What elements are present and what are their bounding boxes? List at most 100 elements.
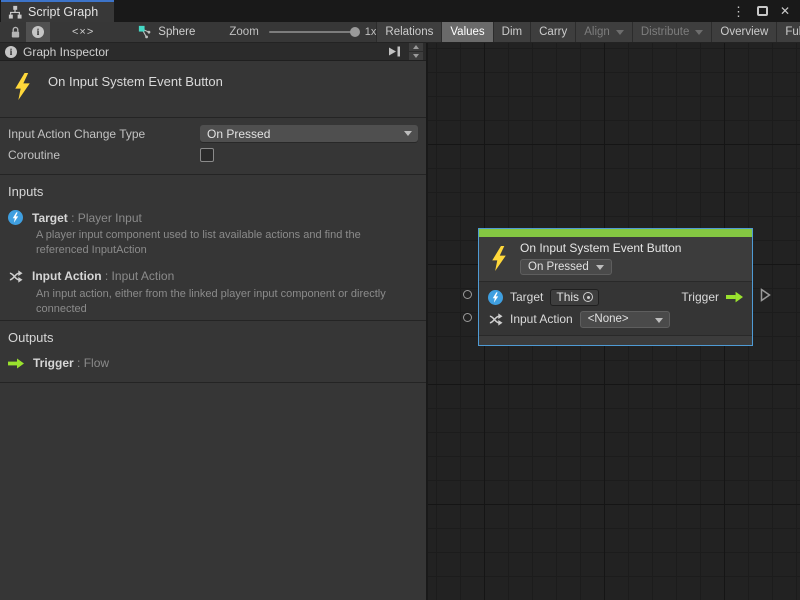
maximize-icon[interactable] xyxy=(757,6,768,16)
align-dropdown[interactable]: Align xyxy=(575,22,632,42)
flow-arrow-icon xyxy=(8,358,24,369)
scroll-spinner xyxy=(409,43,423,61)
chevron-down-icon xyxy=(596,265,604,270)
port-doc-input-action: Input Action : Input Action An input act… xyxy=(8,269,418,321)
flow-arrow-icon xyxy=(726,291,743,303)
port-name: Trigger xyxy=(33,356,74,370)
overview-button[interactable]: Overview xyxy=(711,22,776,42)
unit-fields: Input Action Change Type On Pressed Coro… xyxy=(0,118,426,174)
chevron-down-icon xyxy=(695,30,703,35)
tab-script-graph[interactable]: Script Graph xyxy=(1,0,114,22)
coroutine-label: Coroutine xyxy=(8,148,200,162)
full-screen-button[interactable]: Full Screen xyxy=(776,22,800,42)
tab-label: Script Graph xyxy=(28,5,98,19)
change-type-dropdown[interactable]: On Pressed xyxy=(200,125,418,142)
chevron-down-icon xyxy=(655,318,663,323)
values-toggle[interactable]: Values xyxy=(441,22,492,42)
target-port-label: Target xyxy=(510,290,543,304)
input-action-port-row: Input Action <None> xyxy=(488,308,743,330)
event-node[interactable]: On Input System Event Button On Pressed … xyxy=(478,228,753,346)
player-input-icon xyxy=(488,290,503,305)
event-bolt-icon xyxy=(489,245,509,272)
trigger-output-port[interactable] xyxy=(760,288,771,302)
zoom-value: 1x xyxy=(365,26,377,38)
change-type-field: Input Action Change Type On Pressed xyxy=(8,124,418,143)
unit-header: On Input System Event Button xyxy=(0,61,426,117)
close-icon[interactable]: ✕ xyxy=(780,5,790,17)
input-action-input-port[interactable] xyxy=(463,313,472,322)
relations-toggle[interactable]: Relations xyxy=(376,22,441,42)
port-doc-trigger: Trigger : Flow xyxy=(8,356,418,370)
graph-toolbar: i <×> Sphere Zoom 1x Relations Values Di… xyxy=(0,22,800,43)
event-bolt-icon xyxy=(12,72,33,101)
lock-button[interactable] xyxy=(4,22,26,42)
zoom-label: Zoom xyxy=(229,26,258,38)
target-value-field[interactable]: This xyxy=(550,289,599,306)
zoom-slider-handle[interactable] xyxy=(350,27,360,37)
graph-inspector-header: i Graph Inspector xyxy=(0,43,426,61)
input-action-icon xyxy=(488,312,503,327)
port-type: : Player Input xyxy=(71,211,142,225)
inputs-heading: Inputs xyxy=(8,184,418,199)
code-view-button[interactable]: <×> xyxy=(66,22,100,42)
graph-asset-icon xyxy=(138,25,152,39)
carry-toggle[interactable]: Carry xyxy=(530,22,575,42)
lock-icon xyxy=(10,26,21,39)
coroutine-checkbox[interactable] xyxy=(200,148,214,162)
chevron-down-icon xyxy=(404,131,412,136)
coroutine-field: Coroutine xyxy=(8,145,418,164)
port-description: A player input component used to list av… xyxy=(36,228,398,258)
node-header[interactable]: On Input System Event Button On Pressed xyxy=(479,237,752,282)
inspector-empty-space xyxy=(0,383,426,600)
graph-canvas[interactable]: On Input System Event Button On Pressed … xyxy=(428,43,800,600)
code-icon: <×> xyxy=(72,26,94,38)
dock-anchor-icon[interactable] xyxy=(388,46,401,57)
tab-bar: Script Graph ⋮ ✕ xyxy=(0,0,800,22)
window-menu-icon[interactable]: ⋮ xyxy=(732,5,745,18)
graph-inspector-title: Graph Inspector xyxy=(23,45,109,59)
info-icon: i xyxy=(5,46,17,58)
divider xyxy=(0,174,426,175)
node-footer xyxy=(479,335,752,345)
dim-toggle[interactable]: Dim xyxy=(493,22,530,42)
graph-owner-ref[interactable]: Sphere xyxy=(138,22,195,42)
scroll-up-button[interactable] xyxy=(409,43,423,51)
change-type-value: On Pressed xyxy=(207,127,270,141)
divider xyxy=(0,320,426,321)
main-area: i Graph Inspector On Input System Event … xyxy=(0,43,800,600)
change-type-label: Input Action Change Type xyxy=(8,127,200,141)
target-input-port[interactable] xyxy=(463,290,472,299)
scroll-down-button[interactable] xyxy=(409,52,423,60)
node-accent-bar xyxy=(479,229,752,237)
window-controls: ⋮ ✕ xyxy=(732,0,800,22)
trigger-port-label: Trigger xyxy=(681,290,719,304)
port-type: : Flow xyxy=(77,356,109,370)
zoom-slider[interactable] xyxy=(269,31,357,33)
port-name: Input Action xyxy=(32,269,102,283)
player-input-icon xyxy=(8,210,23,225)
node-title: On Input System Event Button xyxy=(520,241,681,255)
toolbar-toggle-group: Relations Values Dim Carry Align Distrib… xyxy=(376,22,800,42)
target-port-row: Target This Trigger xyxy=(488,286,743,308)
port-name: Target xyxy=(32,211,68,225)
unit-title: On Input System Event Button xyxy=(48,74,223,89)
port-type: : Input Action xyxy=(105,269,174,283)
outputs-heading: Outputs xyxy=(8,330,418,345)
port-doc-target: Target : Player Input A player input com… xyxy=(8,210,418,262)
object-picker-icon[interactable] xyxy=(583,292,593,302)
port-description: An input action, either from the linked … xyxy=(36,287,398,317)
inspector-toggle-button[interactable]: i xyxy=(26,22,50,42)
trigger-port: Trigger xyxy=(681,290,743,304)
zoom-control: Zoom 1x xyxy=(229,22,376,42)
input-action-dropdown[interactable]: <None> xyxy=(580,311,670,328)
script-graph-window: Script Graph ⋮ ✕ i <×> Sphere Zoom xyxy=(0,0,800,600)
graph-inspector-panel: i Graph Inspector On Input System Event … xyxy=(0,43,428,600)
info-icon: i xyxy=(32,26,44,38)
distribute-dropdown[interactable]: Distribute xyxy=(632,22,712,42)
input-action-icon xyxy=(8,269,23,284)
graph-owner-label: Sphere xyxy=(158,26,195,38)
node-mode-dropdown[interactable]: On Pressed xyxy=(520,259,612,275)
chevron-down-icon xyxy=(616,30,624,35)
script-graph-icon xyxy=(8,5,22,19)
tab-bar-spacer xyxy=(114,0,732,22)
